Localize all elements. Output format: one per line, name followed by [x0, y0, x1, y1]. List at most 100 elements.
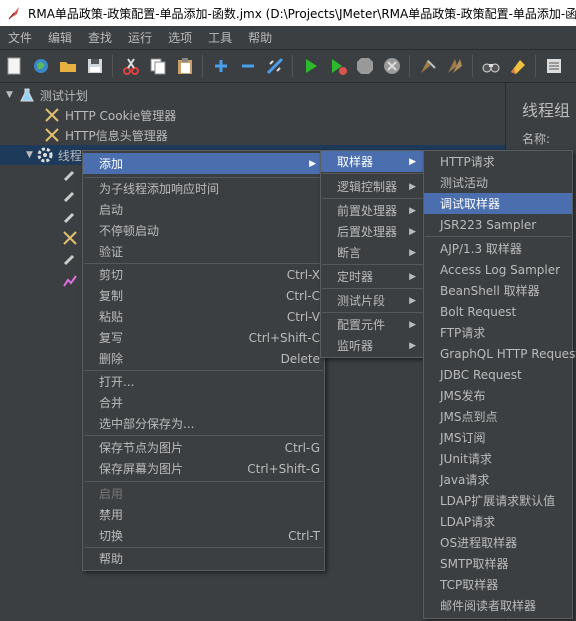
expand-icon[interactable] — [210, 55, 232, 77]
sampler-item[interactable]: Access Log Sampler — [424, 259, 572, 280]
sampler-item[interactable]: JMS点到点 — [424, 406, 572, 427]
shutdown-icon[interactable] — [381, 55, 403, 77]
tree-node-child[interactable] — [62, 186, 83, 206]
sampler-item[interactable]: Java请求 — [424, 469, 572, 490]
menu-tools[interactable]: 工具 — [200, 29, 240, 46]
sampler-item[interactable]: JUnit请求 — [424, 448, 572, 469]
clear-icon[interactable] — [417, 55, 439, 77]
menu-item-start-no-pause[interactable]: 不停顿启动 — [83, 220, 324, 241]
menu-search[interactable]: 查找 — [80, 29, 120, 46]
submenu-item-config-element[interactable]: 配置元件 ▶ — [321, 314, 424, 335]
tree-node-cookie-manager[interactable]: HTTP Cookie管理器 — [44, 105, 176, 125]
pipette-icon — [62, 188, 78, 204]
sampler-item[interactable]: 测试活动 — [424, 172, 572, 193]
menu-separator — [84, 481, 323, 482]
submenu-item-pre-processor[interactable]: 前置处理器 ▶ — [321, 200, 424, 221]
wrench-icon — [62, 230, 78, 246]
sampler-item[interactable]: TCP取样器 — [424, 574, 572, 595]
paste-icon[interactable] — [174, 55, 196, 77]
submenu-item-assertion[interactable]: 断言 ▶ — [321, 242, 424, 263]
clear-all-icon[interactable] — [444, 55, 466, 77]
menu-item-toggle[interactable]: 切换 Ctrl-T — [83, 525, 324, 546]
submenu-item-test-fragment[interactable]: 测试片段 ▶ — [321, 290, 424, 311]
collapse-icon[interactable] — [237, 55, 259, 77]
submenu-arrow-icon: ▶ — [409, 247, 416, 258]
search-icon[interactable] — [480, 55, 502, 77]
submenu-item-post-processor[interactable]: 后置处理器 ▶ — [321, 221, 424, 242]
copy-icon[interactable] — [147, 55, 169, 77]
submenu-arrow-icon: ▶ — [409, 156, 416, 167]
tree-node-test-plan[interactable]: ▼ 测试计划 — [6, 85, 88, 105]
menu-item-add-think-time[interactable]: 为子线程添加响应时间 — [83, 178, 324, 199]
submenu-item-sampler[interactable]: 取样器 ▶ — [321, 151, 424, 172]
stop-icon[interactable] — [354, 55, 376, 77]
tree-node-child[interactable] — [62, 270, 83, 290]
sampler-item[interactable]: Bolt Request — [424, 301, 572, 322]
templates-icon[interactable] — [30, 55, 52, 77]
sampler-item[interactable]: LDAP请求 — [424, 511, 572, 532]
sampler-item[interactable]: AJP/1.3 取样器 — [424, 238, 572, 259]
menu-separator — [322, 312, 423, 313]
sampler-item[interactable]: LDAP扩展请求默认值 — [424, 490, 572, 511]
menu-item-merge[interactable]: 合并 — [83, 392, 324, 413]
tree-node-header-manager[interactable]: HTTP信息头管理器 — [44, 125, 168, 145]
menu-help[interactable]: 帮助 — [240, 29, 280, 46]
submenu-item-logic-controller[interactable]: 逻辑控制器 ▶ — [321, 176, 424, 197]
start-icon[interactable] — [300, 55, 322, 77]
sampler-item[interactable]: 邮件阅读者取样器 — [424, 595, 572, 616]
sampler-item[interactable]: BeanShell 取样器 — [424, 280, 572, 301]
submenu-arrow-icon: ▶ — [309, 158, 316, 169]
sampler-item[interactable]: JMS发布 — [424, 385, 572, 406]
sampler-item[interactable]: JSR223 Sampler — [424, 214, 572, 235]
tree-node-child[interactable] — [62, 228, 83, 248]
submenu-arrow-icon: ▶ — [409, 340, 416, 351]
menu-item-save-selection[interactable]: 选中部分保存为... — [83, 413, 324, 434]
menu-file[interactable]: 文件 — [0, 29, 40, 46]
cut-icon[interactable] — [120, 55, 142, 77]
function-helper-icon[interactable] — [543, 55, 565, 77]
wrench-icon — [44, 107, 60, 123]
menu-item-paste[interactable]: 粘贴 Ctrl-V — [83, 306, 324, 327]
menu-item-add[interactable]: 添加 ▶ — [83, 153, 324, 174]
menu-item-save-node-image[interactable]: 保存节点为图片 Ctrl-G — [83, 437, 324, 458]
menu-run[interactable]: 运行 — [120, 29, 160, 46]
menu-item-overwrite[interactable]: 复写 Ctrl+Shift-C — [83, 327, 324, 348]
tree-node-child[interactable] — [62, 165, 83, 185]
start-no-pause-icon[interactable] — [327, 55, 349, 77]
sampler-item[interactable]: SMTP取样器 — [424, 553, 572, 574]
sampler-item[interactable]: HTTP请求 — [424, 151, 572, 172]
menu-item-open[interactable]: 打开... — [83, 371, 324, 392]
sampler-item[interactable]: GraphQL HTTP Request — [424, 343, 576, 364]
submenu-item-timer[interactable]: 定时器 ▶ — [321, 266, 424, 287]
menu-item-disable[interactable]: 禁用 — [83, 504, 324, 525]
menu-item-cut[interactable]: 剪切 Ctrl-X — [83, 264, 324, 285]
expand-arrow-icon[interactable]: ▼ — [6, 90, 13, 100]
tree-node-child[interactable] — [62, 207, 83, 227]
add-submenu: 取样器 ▶ 逻辑控制器 ▶ 前置处理器 ▶ 后置处理器 ▶ 断言 ▶ 定时器 ▶ 测试片段 ▶… — [320, 150, 425, 358]
sampler-item[interactable]: FTP请求 — [424, 322, 572, 343]
save-icon[interactable] — [84, 55, 106, 77]
window-title: RMA单品政策-政策配置-单品添加-函数.jmx (D:\Projects\JM… — [28, 6, 576, 21]
menu-bar: 文件 编辑 查找 运行 选项 工具 帮助 — [0, 26, 576, 50]
menu-item-start[interactable]: 启动 — [83, 199, 324, 220]
sampler-item[interactable]: JDBC Request — [424, 364, 572, 385]
toggle-icon[interactable] — [264, 55, 286, 77]
menu-options[interactable]: 选项 — [160, 29, 200, 46]
tree-node-label: HTTP信息头管理器 — [65, 128, 168, 143]
reset-search-icon[interactable] — [507, 55, 529, 77]
toolbar-separator — [202, 55, 203, 77]
submenu-item-listener[interactable]: 监听器 ▶ — [321, 335, 424, 356]
menu-item-delete[interactable]: 删除 Delete — [83, 348, 324, 369]
tree-node-child[interactable] — [62, 249, 83, 269]
menu-item-help[interactable]: 帮助 — [83, 548, 324, 569]
expand-arrow-icon[interactable]: ▼ — [26, 150, 33, 160]
open-icon[interactable] — [57, 55, 79, 77]
sampler-item[interactable]: OS进程取样器 — [424, 532, 572, 553]
new-icon[interactable] — [3, 55, 25, 77]
sampler-item-debug[interactable]: 调试取样器 — [424, 193, 572, 214]
menu-item-validate[interactable]: 验证 — [83, 241, 324, 262]
menu-item-save-screen-image[interactable]: 保存屏幕为图片 Ctrl+Shift-G — [83, 458, 324, 479]
menu-item-copy[interactable]: 复制 Ctrl-C — [83, 285, 324, 306]
menu-edit[interactable]: 编辑 — [40, 29, 80, 46]
sampler-item[interactable]: JMS订阅 — [424, 427, 572, 448]
